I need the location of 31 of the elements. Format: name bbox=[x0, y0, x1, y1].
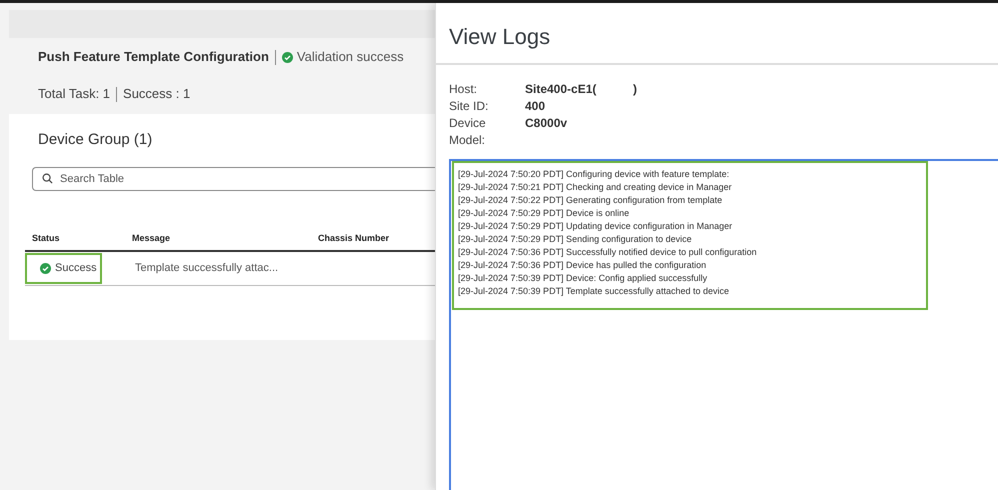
column-header: Status bbox=[31, 232, 61, 245]
section-title: Device Group (1) bbox=[37, 130, 154, 150]
table-cell-text: Template successfully attac... bbox=[134, 260, 280, 276]
highlighted-status-cell: Success bbox=[25, 252, 102, 284]
log-line: [29-Jul-2024 7:50:20 PDT] Configuring device with feature template: bbox=[458, 168, 730, 181]
log-line: [29-Jul-2024 7:50:22 PDT] Generating configuration from template bbox=[458, 194, 724, 207]
detail-label: Host: bbox=[449, 81, 478, 98]
detail-value: C8000v bbox=[525, 115, 568, 132]
log-line: [29-Jul-2024 7:50:36 PDT] Device has pulled the configuration bbox=[458, 259, 708, 272]
log-line: [29-Jul-2024 7:50:29 PDT] Updating device configuration in Manager bbox=[458, 220, 734, 233]
column-header: Chassis Number bbox=[317, 232, 390, 245]
detail-value: Site400-cE1( ) bbox=[525, 81, 638, 98]
column-header: Message bbox=[131, 232, 172, 245]
log-line: [29-Jul-2024 7:50:29 PDT] Device is online bbox=[458, 207, 630, 220]
detail-value: 400 bbox=[525, 98, 546, 115]
log-line: [29-Jul-2024 7:50:39 PDT] Template successfully attached to device bbox=[458, 285, 730, 298]
summary-text: Success : 1 bbox=[123, 85, 190, 104]
page-title: Push Feature Template Configuration bbox=[38, 48, 269, 66]
detail-label: Site ID: bbox=[449, 98, 490, 115]
log-line: [29-Jul-2024 7:50:39 PDT] Device: Config applied successfully bbox=[458, 272, 708, 285]
detail-label: Device Model: bbox=[449, 115, 487, 149]
search-field[interactable]: Search Table bbox=[32, 166, 435, 190]
check-circle-icon bbox=[282, 52, 293, 62]
log-line: [29-Jul-2024 7:50:21 PDT] Checking and creating device in Manager bbox=[458, 181, 733, 194]
drawer-title: View Logs bbox=[449, 23, 550, 51]
search-icon bbox=[42, 172, 53, 184]
check-circle-icon bbox=[40, 262, 51, 274]
validation-status: Validation success bbox=[296, 48, 404, 66]
log-line: [29-Jul-2024 7:50:29 PDT] Sending configuration to device bbox=[458, 233, 693, 246]
summary-text: Total Task: 1 bbox=[38, 85, 110, 104]
log-line: [29-Jul-2024 7:50:36 PDT] Successfully notified device to pull configuration bbox=[458, 246, 758, 259]
